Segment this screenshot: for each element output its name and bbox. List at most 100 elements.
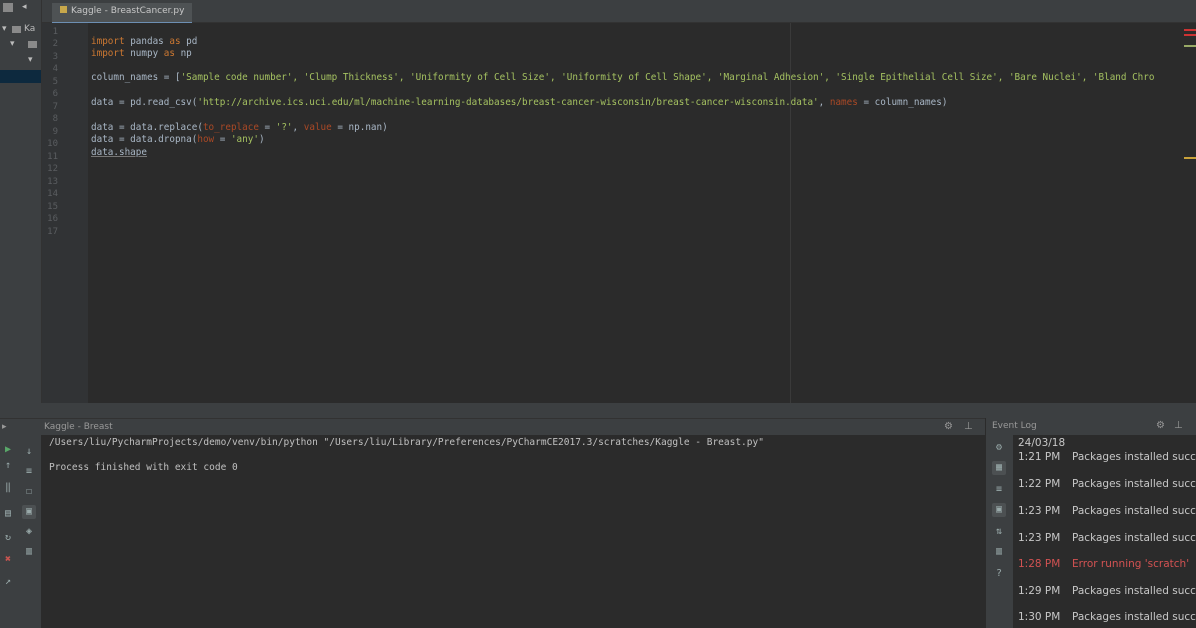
gear-icon[interactable]: ⚙ xyxy=(1156,420,1165,431)
code-line-8[interactable]: data = data.replace(to_replace = '?', va… xyxy=(91,122,388,134)
run-console[interactable]: /Users/liu/PycharmProjects/demo/venv/bin… xyxy=(41,435,985,628)
editor-tab-bar xyxy=(42,0,1196,23)
code-text: pandas xyxy=(124,36,170,47)
event-log-entry[interactable]: 1:21 PM Packages installed succ xyxy=(1018,451,1196,463)
event-log-entry[interactable]: 1:23 PM Packages installed succ xyxy=(1018,532,1196,544)
code-text: numpy xyxy=(124,48,164,59)
event-text[interactable]: Packages installed succ xyxy=(1072,478,1196,490)
wrap-icon[interactable]: ≡ xyxy=(22,465,36,479)
error-stripe-mark[interactable] xyxy=(1184,34,1196,36)
code-line-6[interactable]: data = pd.read_csv('http://archive.ics.u… xyxy=(91,97,947,109)
line-number: 4 xyxy=(52,64,58,74)
line-number: 2 xyxy=(52,39,58,49)
wrap-icon[interactable]: ≡ xyxy=(992,483,1006,497)
code-line-10[interactable]: data.shape xyxy=(91,147,147,159)
event-log-list[interactable]: 24/03/18 1:21 PM Packages installed succ … xyxy=(1013,435,1196,628)
project-tree-root[interactable]: ▾ Ka xyxy=(0,24,41,37)
hide-icon[interactable]: ⊥ xyxy=(964,421,973,432)
print-icon[interactable]: ▣ xyxy=(992,503,1006,517)
event-log-entry[interactable]: 1:30 PM Packages installed succ xyxy=(1018,611,1196,623)
code-text: data.shape xyxy=(91,147,147,158)
event-log-title: Event Log xyxy=(992,421,1037,431)
code-text: np xyxy=(174,48,192,59)
line-number: 17 xyxy=(47,227,58,237)
menu-icon[interactable] xyxy=(3,3,13,12)
project-toolbar[interactable]: ◂ xyxy=(0,2,41,15)
collapse-icon[interactable]: ◂ xyxy=(22,2,27,12)
scroll-icon[interactable]: ⇅ xyxy=(992,525,1006,539)
settings-icon[interactable]: ⚙ xyxy=(992,441,1006,455)
code-line-1[interactable]: import pandas as pd xyxy=(91,36,197,48)
code-editor[interactable]: import pandas as pd import numpy as np c… xyxy=(88,23,1196,403)
project-tree-selected-item[interactable] xyxy=(0,70,41,83)
code-line-2[interactable]: import numpy as np xyxy=(91,48,192,60)
layout-icon[interactable]: ▤ xyxy=(1,507,15,521)
event-time: 1:30 PM xyxy=(1018,611,1061,623)
up-arrow-icon[interactable]: ↑ xyxy=(1,459,15,473)
event-log-error-entry[interactable]: 1:28 PM Error running 'scratch' xyxy=(1018,558,1189,570)
run-icon[interactable]: ▶ xyxy=(1,443,15,457)
event-log-header: Event Log ⚙ ⊥ xyxy=(986,418,1196,435)
event-text[interactable]: Packages installed succ xyxy=(1072,585,1196,597)
event-text[interactable]: Packages installed succ xyxy=(1072,532,1196,544)
project-panel: ◂ ▾ Ka ▾ ▾ xyxy=(0,0,42,412)
hide-icon[interactable]: ⊥ xyxy=(1174,420,1183,431)
chevron-down-icon[interactable]: ▾ xyxy=(28,55,33,65)
chevron-down-icon[interactable]: ▾ xyxy=(10,39,15,49)
layout-icon[interactable]: ▦ xyxy=(992,461,1006,475)
right-margin-guide xyxy=(790,23,791,403)
code-text: pd xyxy=(180,36,198,47)
named-param: how xyxy=(197,134,215,145)
line-number: 14 xyxy=(47,189,58,199)
pause-icon[interactable]: ‖ xyxy=(1,481,15,495)
line-number: 15 xyxy=(47,202,58,212)
stop-icon[interactable]: ✖ xyxy=(1,553,15,567)
event-time: 1:28 PM xyxy=(1018,558,1061,570)
editor-tab[interactable]: Kaggle - BreastCancer.py xyxy=(52,3,193,25)
folder-icon xyxy=(28,41,37,48)
scroll-down-icon[interactable]: ↓ xyxy=(22,445,36,459)
panel-splitter[interactable] xyxy=(0,403,1196,418)
run-label-prefix: ▸ xyxy=(2,422,7,432)
event-log-entry[interactable]: 1:22 PM Packages installed succ xyxy=(1018,478,1196,490)
event-text[interactable]: Packages installed succ xyxy=(1072,505,1196,517)
console-exit-message: Process finished with exit code 0 xyxy=(49,462,238,473)
event-text[interactable]: Error running 'scratch' xyxy=(1072,558,1189,570)
code-line-4[interactable]: column_names = ['Sample code number', 'C… xyxy=(91,72,1154,84)
shield-icon[interactable]: ◈ xyxy=(22,525,36,539)
run-tab-label[interactable]: Kaggle - Breast xyxy=(44,422,113,432)
line-number: 13 xyxy=(47,177,58,187)
event-log-date: 24/03/18 xyxy=(1018,437,1066,449)
warning-stripe-mark[interactable] xyxy=(1184,45,1196,47)
trash-icon[interactable]: ▥ xyxy=(22,545,36,559)
event-log-entry[interactable]: 1:23 PM Packages installed succ xyxy=(1018,505,1196,517)
print-icon[interactable]: ▣ xyxy=(22,505,36,519)
code-text: = xyxy=(258,122,276,133)
named-param: to_replace xyxy=(202,122,259,133)
error-stripe-mark[interactable] xyxy=(1184,29,1196,31)
event-log-entry[interactable]: 1:29 PM Packages installed succ xyxy=(1018,585,1196,597)
event-text[interactable]: Packages installed succ xyxy=(1072,611,1196,623)
project-item-label: Ka xyxy=(24,24,36,34)
help-icon[interactable]: ? xyxy=(992,567,1006,581)
code-text: = np.nan) xyxy=(331,122,388,133)
rerun-icon[interactable]: ↻ xyxy=(1,531,15,545)
gear-icon[interactable]: ⚙ xyxy=(944,421,953,432)
event-text[interactable]: Packages installed succ xyxy=(1072,451,1196,463)
line-number: 7 xyxy=(52,102,58,112)
folder-icon xyxy=(12,26,21,33)
project-tree-child[interactable]: ▾ xyxy=(0,39,41,52)
settings-icon[interactable]: ☐ xyxy=(22,485,36,499)
code-line-9[interactable]: data = data.dropna(how = 'any') xyxy=(91,134,265,146)
code-text: data = data.dropna( xyxy=(91,134,198,145)
trash-icon[interactable]: ▥ xyxy=(992,545,1006,559)
event-time: 1:23 PM xyxy=(1018,505,1061,517)
string-literal: 'Sample code number', 'Clump Thickness',… xyxy=(180,72,1155,83)
chevron-down-icon[interactable]: ▾ xyxy=(2,24,7,34)
run-window-header: ▸ Kaggle - Breast ⚙ ⊥ xyxy=(0,418,985,436)
project-tree-item[interactable]: ▾ xyxy=(0,55,41,68)
warning-stripe-mark[interactable] xyxy=(1184,157,1196,159)
editor-tab-label: Kaggle - BreastCancer.py xyxy=(71,6,185,16)
pin-icon[interactable]: ↗ xyxy=(1,575,15,589)
line-number: 12 xyxy=(47,164,58,174)
